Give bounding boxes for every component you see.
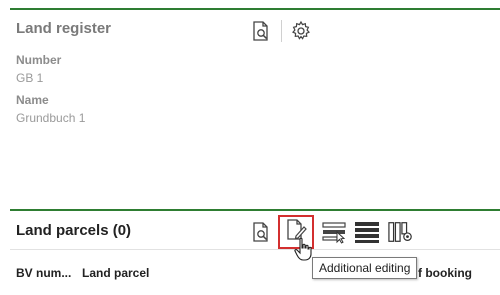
land-register-title: Land register (16, 20, 112, 37)
name-value: Grundbuch 1 (16, 111, 86, 125)
name-label: Name (16, 93, 49, 107)
column-header-booking[interactable]: f booking (418, 266, 472, 280)
document-search-icon[interactable] (248, 18, 274, 44)
column-header-land-parcel[interactable]: Land parcel (82, 266, 149, 280)
land-parcels-title: Land parcels (0) (16, 222, 132, 239)
column-header-bv-number[interactable]: BV num... (16, 266, 71, 280)
number-value: GB 1 (16, 71, 44, 85)
parcels-table-header: BV num... Land parcel f booking (10, 249, 500, 295)
list-view-icon[interactable] (354, 219, 380, 245)
select-rows-icon[interactable] (322, 219, 348, 245)
tooltip: Additional editing (312, 257, 418, 279)
land-parcels-panel: Land parcels (0) BV num... Land parcel f… (10, 209, 500, 295)
number-label: Number (16, 53, 62, 67)
column-settings-icon[interactable] (388, 219, 414, 245)
hand-cursor-icon (294, 237, 314, 261)
toolbar-separator (281, 20, 282, 42)
document-search-icon[interactable] (248, 219, 274, 245)
gear-icon[interactable] (288, 18, 314, 44)
land-register-panel: Land register Number GB 1 Name Grundbuch… (10, 8, 500, 203)
